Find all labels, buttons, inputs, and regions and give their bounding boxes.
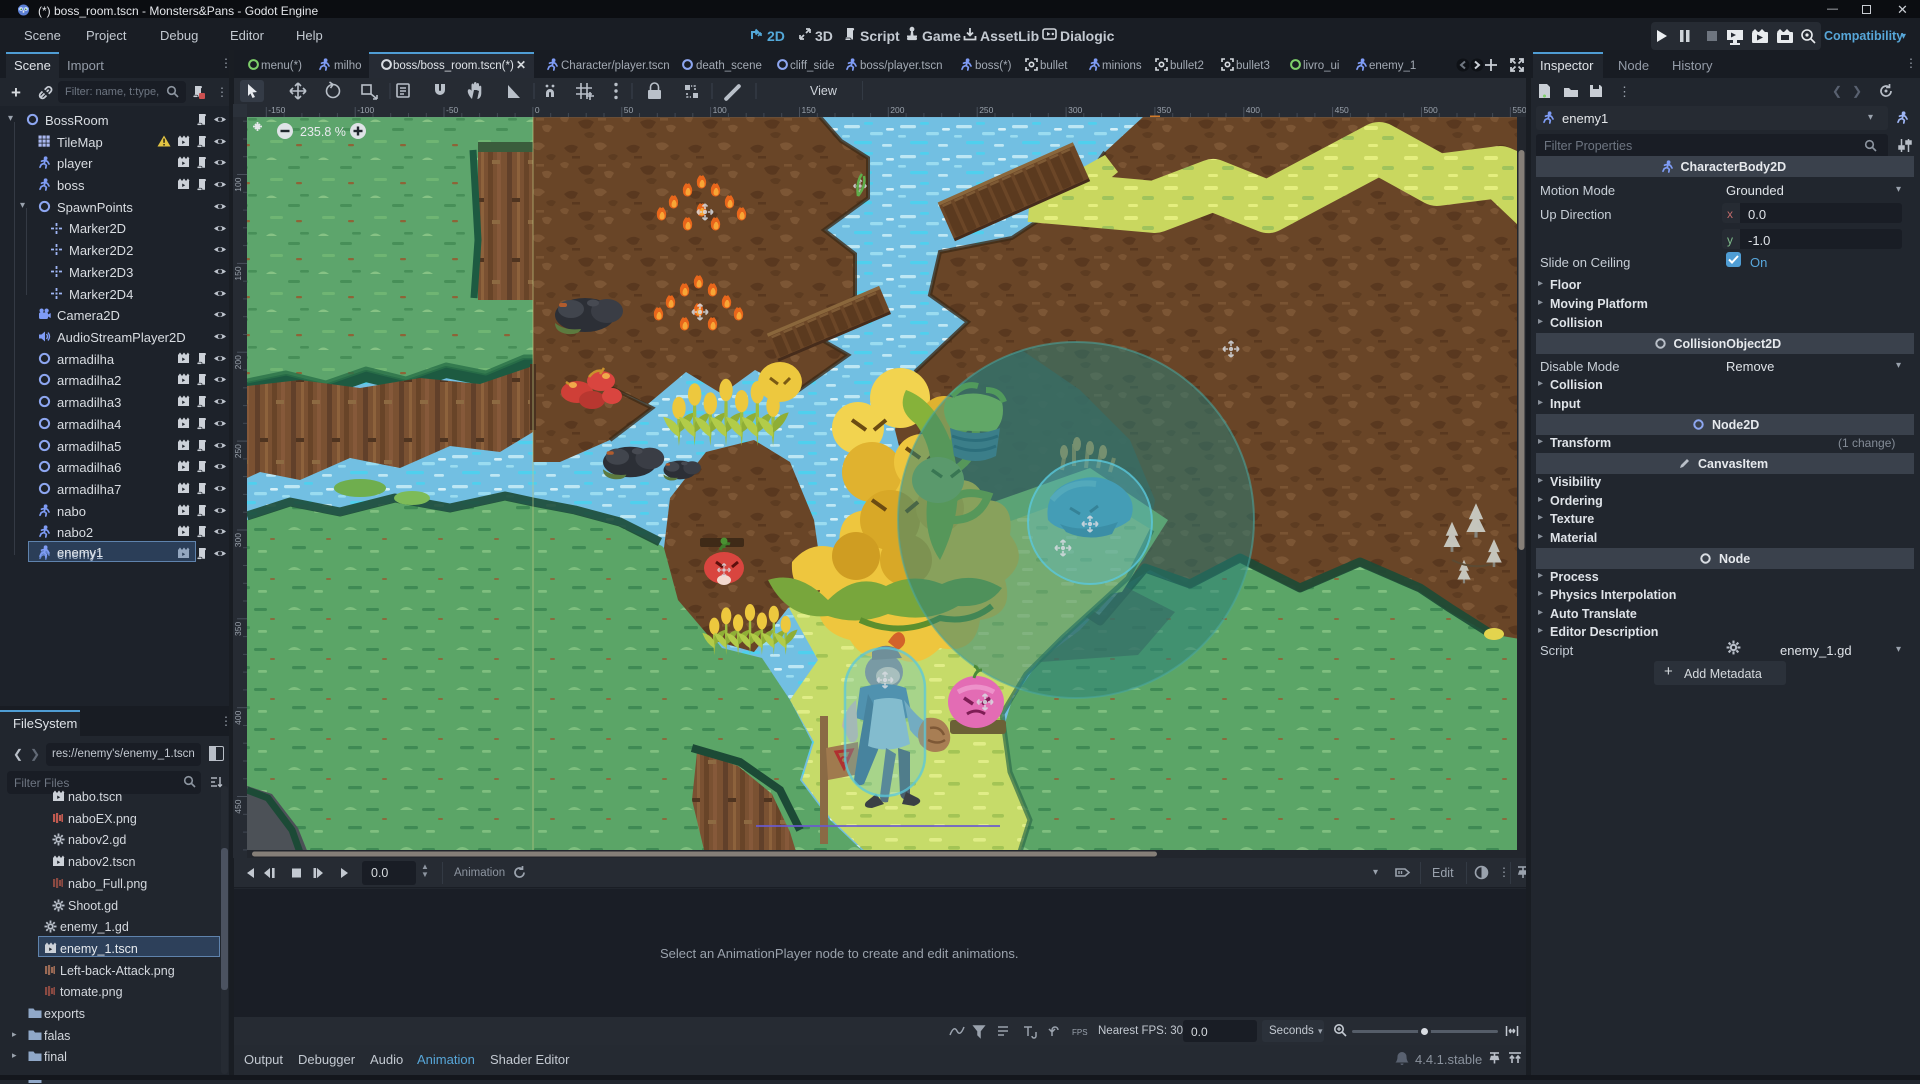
svg-text:350: 350 <box>1157 105 1171 115</box>
svg-text:450: 450 <box>233 799 243 813</box>
svg-text:550: 550 <box>1512 105 1526 115</box>
svg-text:200: 200 <box>233 355 243 369</box>
svg-text:300: 300 <box>233 533 243 547</box>
svg-text:235.8 %: 235.8 % <box>300 125 346 139</box>
svg-text:150: 150 <box>233 266 243 280</box>
svg-text:⋮: ⋮ <box>1618 84 1631 99</box>
svg-text:0: 0 <box>535 105 540 115</box>
svg-text:100: 100 <box>233 177 243 191</box>
svg-text:-150: -150 <box>268 105 285 115</box>
svg-text:-50: -50 <box>446 105 459 115</box>
svg-text:100: 100 <box>713 105 727 115</box>
svg-text:400: 400 <box>1246 105 1260 115</box>
svg-text:50: 50 <box>624 105 634 115</box>
svg-text:350: 350 <box>233 622 243 636</box>
svg-text:250: 250 <box>979 105 993 115</box>
svg-text:250: 250 <box>233 444 243 458</box>
svg-text:300: 300 <box>1068 105 1082 115</box>
svg-text:400: 400 <box>233 710 243 724</box>
svg-text:150: 150 <box>802 105 816 115</box>
svg-text:-100: -100 <box>357 105 374 115</box>
svg-text:450: 450 <box>1335 105 1349 115</box>
svg-text:500: 500 <box>1424 105 1438 115</box>
svg-text:200: 200 <box>890 105 904 115</box>
svg-text:FPS: FPS <box>1072 1028 1088 1037</box>
